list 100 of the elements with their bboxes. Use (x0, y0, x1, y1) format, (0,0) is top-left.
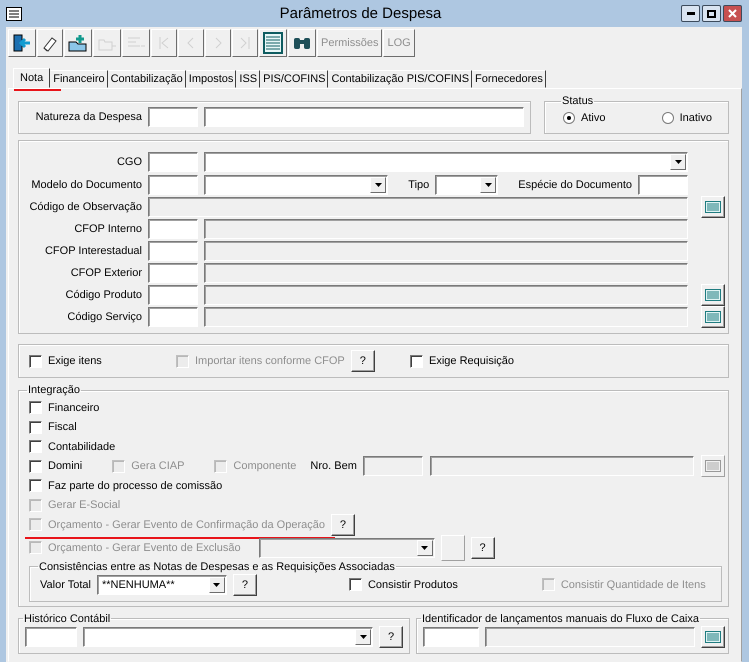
field-label: Nro. Bem (310, 460, 357, 472)
group-title: Consistências entre as Notas de Despesas e as Requisições Associadas (38, 560, 396, 572)
dropdown-field[interactable] (204, 175, 388, 195)
lookup-button[interactable] (701, 196, 725, 218)
toolbar-icon-button[interactable] (37, 29, 63, 57)
field-label: Código Serviço (66, 310, 142, 324)
toolbar-icon-button[interactable] (259, 29, 287, 57)
code-field[interactable] (638, 175, 688, 195)
readonly-field[interactable] (204, 219, 688, 239)
checkbox-label: Orçamento - Gerar Evento de Exclusão (48, 542, 241, 554)
field-label: Modelo do Documento (30, 178, 142, 192)
readonly-field[interactable] (485, 626, 695, 646)
radio-button[interactable] (662, 112, 674, 124)
group-title: Histórico Contábil (23, 612, 112, 624)
checkbox[interactable] (29, 440, 42, 454)
lookup-button[interactable] (701, 306, 725, 328)
field-label: CFOP Interestadual (44, 244, 142, 258)
code-field[interactable] (148, 107, 198, 127)
checkbox-label: Faz parte do processo de comissão (48, 480, 222, 492)
code-field[interactable] (423, 626, 479, 646)
field-label: Tipo (408, 179, 430, 191)
checkbox[interactable] (29, 354, 42, 368)
close-icon (728, 9, 737, 18)
tab[interactable]: ISS (236, 70, 260, 88)
field-label: Código de Observação (28, 200, 142, 214)
list-icon (705, 289, 721, 301)
tab[interactable]: Financeiro (50, 70, 108, 88)
group-title: Identificador de lançamentos manuais do Fluxo de Caixa (421, 612, 700, 624)
field-label: CFOP Interno (73, 222, 142, 236)
readonly-field[interactable] (148, 197, 688, 217)
radio-button[interactable] (563, 112, 575, 124)
tab[interactable]: Impostos (186, 70, 236, 88)
checkbox[interactable] (410, 354, 423, 368)
checkbox-label: Exige itens (48, 355, 102, 367)
code-field[interactable] (148, 241, 198, 261)
list-icon (705, 201, 721, 213)
minimize-button[interactable] (681, 5, 700, 22)
window-menu-icon[interactable] (6, 6, 22, 20)
code-field[interactable] (148, 263, 198, 283)
list-icon (705, 311, 721, 323)
tab[interactable]: PIS/COFINS (260, 70, 328, 88)
dropdown-field[interactable] (435, 175, 498, 195)
checkbox[interactable] (29, 420, 42, 434)
checkbox-label: Financeiro (48, 402, 100, 414)
radio-label: Inativo (680, 112, 712, 124)
first-record-icon (158, 36, 170, 50)
help-button[interactable]: ? (232, 574, 257, 596)
checkbox-label: Domini (48, 460, 82, 472)
window-title: Parâmetros de Despesa (278, 5, 442, 22)
code-field[interactable] (148, 219, 198, 239)
toolbar-icon-button[interactable] (8, 29, 36, 57)
checkbox-label: Fiscal (48, 421, 77, 434)
binoculars-icon (292, 35, 312, 51)
exit-door-icon (12, 33, 32, 53)
lookup-button[interactable] (701, 626, 725, 648)
readonly-field[interactable] (204, 285, 688, 305)
list-icon (705, 460, 721, 472)
dropdown-field[interactable] (83, 626, 373, 646)
text-field[interactable] (204, 107, 524, 127)
checkbox-label: Gera CIAP (131, 460, 184, 472)
code-field[interactable] (148, 152, 198, 172)
dropdown-field[interactable] (204, 152, 688, 172)
lookup-button[interactable] (701, 284, 725, 306)
maximize-button[interactable] (702, 5, 721, 22)
field-label: CGO (116, 155, 142, 169)
folder-plus-icon (68, 34, 88, 52)
checkbox[interactable] (29, 460, 42, 473)
readonly-field[interactable] (204, 263, 688, 283)
dropdown-field[interactable]: **NENHUMA** (96, 574, 227, 594)
last-record-icon (239, 36, 251, 50)
code-field[interactable] (25, 626, 77, 646)
code-field[interactable] (148, 175, 198, 195)
code-field[interactable] (148, 285, 198, 305)
close-button[interactable] (723, 5, 742, 22)
tab[interactable]: Fornecedores (472, 70, 546, 88)
field-label: Natureza da Despesa (34, 110, 142, 124)
tab[interactable]: Contabilização PIS/COFINS (328, 70, 472, 88)
checkbox[interactable] (348, 578, 362, 591)
field-label: Valor Total (40, 578, 91, 590)
table-icon (263, 32, 283, 54)
checkbox-label: Contabilidade (48, 440, 116, 453)
group-title: Status (561, 95, 594, 107)
help-button[interactable]: ? (379, 626, 403, 648)
group-title: Integração (27, 384, 81, 396)
checkbox[interactable] (29, 401, 42, 414)
field-label: Espécie do Documento (518, 179, 632, 191)
list-icon (705, 630, 721, 642)
readonly-field[interactable] (204, 241, 688, 261)
tab[interactable]: Contabilização (108, 70, 186, 88)
checkbox-label: Consistir Produtos (368, 578, 458, 590)
checkbox-label: Exige Requisição (429, 355, 514, 367)
readonly-field[interactable] (204, 307, 688, 327)
toolbar-icon-button[interactable] (288, 29, 316, 57)
minimize-icon (686, 12, 694, 15)
checkbox-label: Consistir Quantidade de Itens (560, 578, 706, 590)
checkbox[interactable] (29, 479, 42, 492)
code-field[interactable] (148, 307, 198, 327)
field-label: CFOP Exterior (70, 266, 142, 280)
toolbar-icon-button[interactable] (64, 29, 92, 57)
maximize-icon (707, 10, 716, 18)
